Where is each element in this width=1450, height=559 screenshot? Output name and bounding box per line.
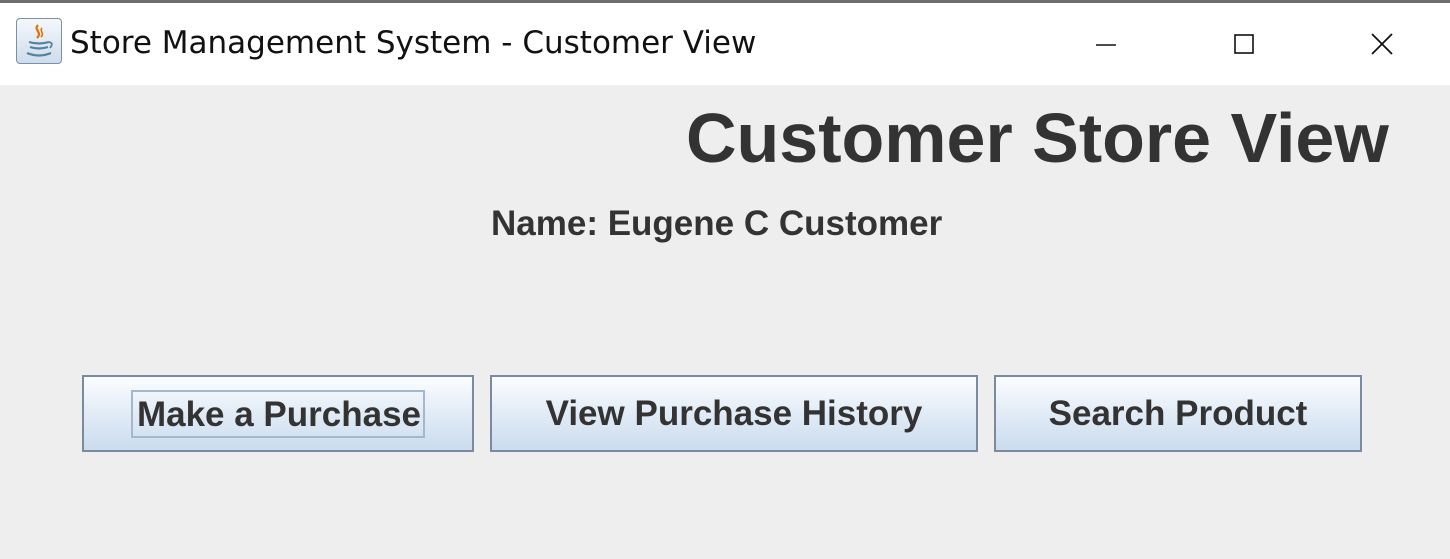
title-bar[interactable]: Store Management System - Customer View	[0, 3, 1450, 85]
maximize-button[interactable]	[1175, 3, 1313, 85]
app-window: Store Management System - Customer View …	[0, 0, 1450, 559]
close-icon	[1371, 33, 1393, 55]
make-purchase-button[interactable]: Make a Purchase	[82, 375, 474, 452]
search-product-button[interactable]: Search Product	[994, 375, 1362, 452]
view-purchase-history-label: View Purchase History	[545, 393, 923, 433]
close-button[interactable]	[1312, 3, 1450, 85]
minimize-icon	[1096, 44, 1116, 46]
maximize-icon	[1234, 34, 1254, 54]
java-coffee-cup-icon[interactable]	[16, 18, 62, 64]
view-purchase-history-button[interactable]: View Purchase History	[490, 375, 978, 452]
window-title: Store Management System - Customer View	[70, 25, 757, 61]
customer-name-label: Name: Eugene C Customer	[491, 204, 943, 243]
minimize-button[interactable]	[1037, 3, 1175, 85]
search-product-label: Search Product	[1048, 393, 1308, 433]
page-heading: Customer Store View	[686, 99, 1389, 177]
make-purchase-label: Make a Purchase	[130, 389, 426, 438]
